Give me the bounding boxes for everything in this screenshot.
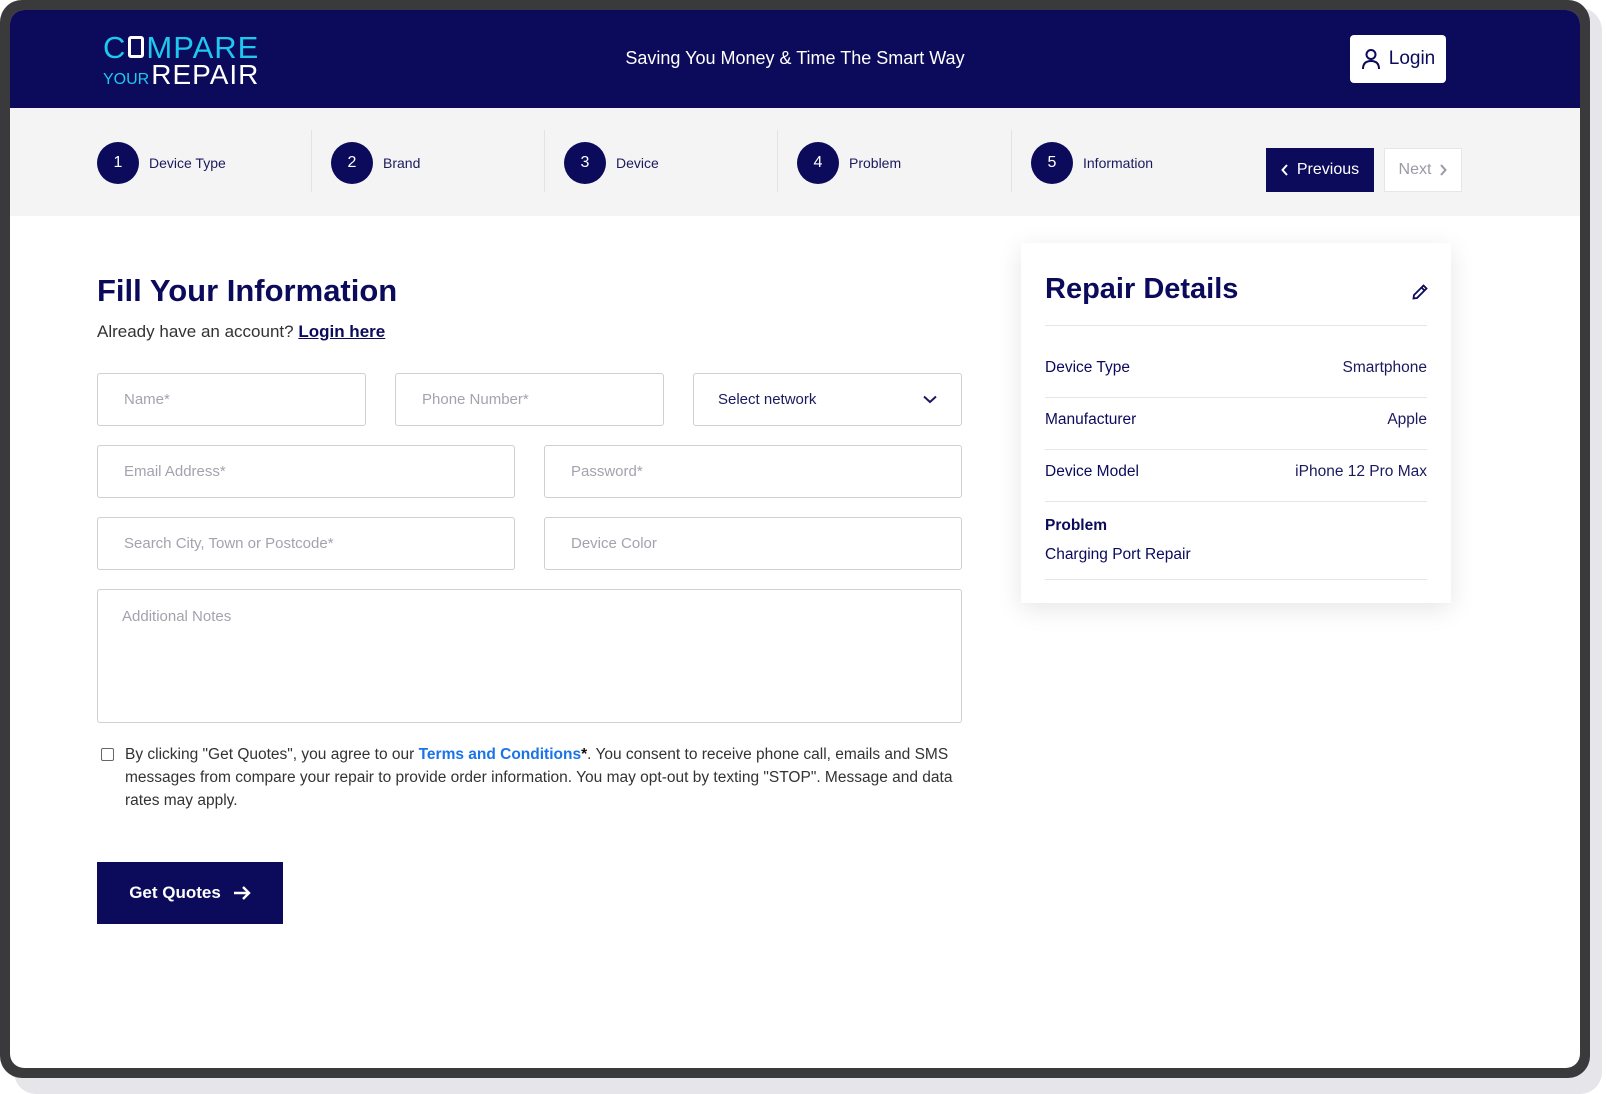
step-number: 2 [331,142,373,184]
chevron-down-icon [923,395,937,404]
chevron-right-icon [1440,164,1448,176]
detail-key: Manufacturer [1045,411,1137,428]
detail-row-device-model: Device Model iPhone 12 Pro Max [1045,463,1427,481]
terms-link[interactable]: Terms and Conditions [419,746,581,763]
problem-value: Charging Port Repair [1045,546,1191,563]
step-device-type[interactable]: 1 Device Type [97,142,226,184]
step-label: Device Type [149,155,226,171]
phone-field[interactable] [395,373,664,426]
arrow-right-icon [233,886,251,900]
email-field[interactable] [97,445,515,498]
step-device[interactable]: 3 Device [564,142,659,184]
detail-value: iPhone 12 Pro Max [1295,463,1427,480]
location-search-input[interactable] [122,534,514,553]
step-number: 4 [797,142,839,184]
detail-value: Smartphone [1342,359,1427,376]
step-label: Information [1083,155,1154,171]
top-header: C MPARE YOUR REPAIR Saving You Money & T… [10,10,1580,108]
divider [1045,579,1427,580]
logo-your: YOUR [103,71,150,88]
device-color-field[interactable] [544,517,962,570]
step-label: Device [616,155,659,171]
step-number: 3 [564,142,606,184]
divider [1045,397,1427,398]
network-select[interactable]: Select network [693,373,962,426]
form-title: Fill Your Information [97,273,398,308]
email-input[interactable] [122,462,514,481]
device-frame: C MPARE YOUR REPAIR Saving You Money & T… [0,0,1590,1078]
consent-block: By clicking "Get Quotes", you agree to o… [100,743,980,812]
screen: C MPARE YOUR REPAIR Saving You Money & T… [10,10,1580,1068]
name-input[interactable] [122,390,365,409]
detail-row-manufacturer: Manufacturer Apple [1045,411,1427,429]
step-number: 1 [97,142,139,184]
step-brand[interactable]: 2 Brand [331,142,420,184]
password-input[interactable] [569,462,961,481]
step-divider [544,130,545,192]
notes-field[interactable] [97,589,962,723]
next-button[interactable]: Next [1384,148,1462,192]
consent-prefix: By clicking "Get Quotes", you agree to o… [125,746,419,763]
step-label: Problem [849,155,902,171]
detail-row-device-type: Device Type Smartphone [1045,359,1427,377]
next-button-label: Next [1398,161,1432,178]
consent-text: By clicking "Get Quotes", you agree to o… [125,743,980,812]
step-divider [311,130,312,192]
detail-key: Device Type [1045,359,1131,376]
step-number: 5 [1031,142,1073,184]
step-divider [777,130,778,192]
chevron-left-icon [1281,164,1288,176]
form-subtitle: Already have an account? Login here [97,322,385,342]
progress-steps: 1 Device Type 2 Brand 3 Device 4 Problem… [10,108,1580,216]
location-field[interactable] [97,517,515,570]
detail-value: Apple [1387,411,1427,428]
repair-details-title: Repair Details [1045,273,1239,305]
divider [1045,325,1427,326]
password-field[interactable] [544,445,962,498]
phone-input[interactable] [420,390,663,409]
login-button[interactable]: Login [1350,35,1446,83]
user-icon [1361,49,1380,70]
divider [1045,449,1427,450]
step-information[interactable]: 5 Information [1031,142,1153,184]
login-here-link[interactable]: Login here [298,322,385,341]
detail-key: Device Model [1045,463,1139,480]
step-problem[interactable]: 4 Problem [797,142,901,184]
previous-button-label: Previous [1296,161,1360,178]
pencil-icon[interactable] [1411,283,1429,301]
header-tagline: Saving You Money & Time The Smart Way [625,48,965,68]
step-label: Brand [383,155,421,171]
divider [1045,501,1427,502]
consent-checkbox[interactable] [101,748,114,761]
additional-notes-textarea[interactable] [122,608,961,708]
problem-label: Problem [1045,517,1108,534]
get-quotes-label: Get Quotes [129,883,221,902]
login-button-label: Login [1388,48,1436,69]
account-question: Already have an account? [97,322,294,341]
network-select-value: Select network [718,391,817,408]
device-color-input[interactable] [569,534,961,553]
step-divider [1011,130,1012,192]
get-quotes-button[interactable]: Get Quotes [97,862,283,924]
name-field[interactable] [97,373,366,426]
previous-button[interactable]: Previous [1266,148,1374,192]
repair-details-card: Repair Details Device Type Smartphone Ma… [1021,243,1451,603]
